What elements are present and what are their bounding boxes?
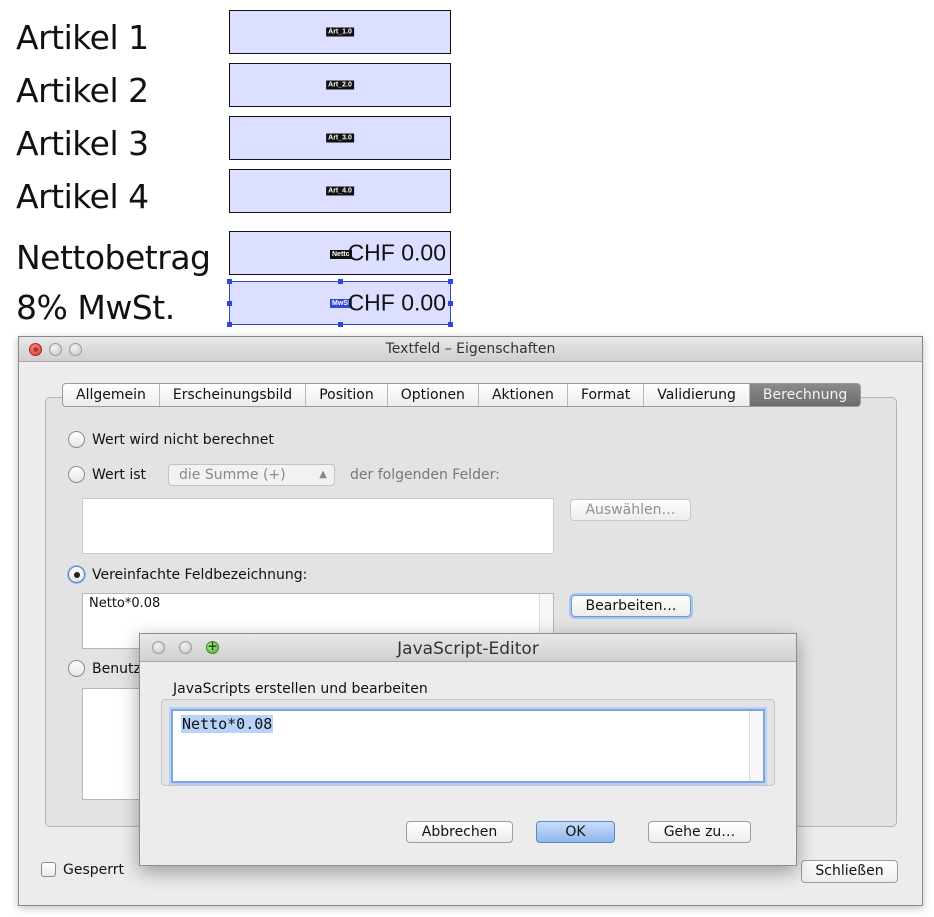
tab-allgemein[interactable]: Allgemein xyxy=(63,384,160,406)
selection-handle[interactable] xyxy=(338,279,343,284)
field-artikel-2[interactable]: Art_2.0 xyxy=(229,63,451,107)
cancel-button[interactable]: Abbrechen xyxy=(406,821,513,843)
label-nettobetrag: Nettobetrag xyxy=(16,238,211,277)
radio-custom-script[interactable] xyxy=(68,660,85,677)
label-artikel-3: Artikel 3 xyxy=(16,124,149,163)
label-custom-script: Benutz xyxy=(92,661,141,677)
close-button[interactable]: Schließen xyxy=(801,860,898,883)
selection-handle[interactable] xyxy=(448,301,453,306)
window-titlebar[interactable]: Textfeld – Eigenschaften xyxy=(19,337,922,362)
selection-handle[interactable] xyxy=(227,322,232,327)
fields-list[interactable] xyxy=(82,498,554,554)
field-mwst[interactable]: MwSt CHF 0.00 xyxy=(227,279,453,327)
code-text: Netto*0.08 xyxy=(181,715,274,733)
tab-berechnung[interactable]: Berechnung xyxy=(749,384,861,406)
goto-button[interactable]: Gehe zu… xyxy=(648,821,751,843)
selection-handle[interactable] xyxy=(227,279,232,284)
field-artikel-4[interactable]: Art_4.0 xyxy=(229,169,451,213)
selection-handle[interactable] xyxy=(448,279,453,284)
tab-position[interactable]: Position xyxy=(306,384,388,406)
label-following-fields: der folgenden Felder: xyxy=(350,467,500,483)
sum-type-popup[interactable]: die Summe (+) ▲ xyxy=(168,464,335,486)
label-artikel-1: Artikel 1 xyxy=(16,18,149,57)
locked-checkbox[interactable] xyxy=(41,862,56,877)
label-not-calculated: Wert wird nicht berechnet xyxy=(92,432,274,448)
popup-value: die Summe (+) xyxy=(179,467,286,483)
field-artikel-1[interactable]: Art_1.0 xyxy=(229,10,451,54)
tab-erscheinungsbild[interactable]: Erscheinungsbild xyxy=(160,384,307,406)
tab-optionen[interactable]: Optionen xyxy=(388,384,479,406)
field-artikel-3[interactable]: Art_3.0 xyxy=(229,116,451,160)
tab-format[interactable]: Format xyxy=(568,384,645,406)
tab-aktionen[interactable]: Aktionen xyxy=(479,384,568,406)
scrollbar[interactable] xyxy=(749,711,763,781)
javascript-editor-dialog: + JavaScript-Editor JavaScripts erstelle… xyxy=(139,633,797,866)
selection-handle[interactable] xyxy=(448,322,453,327)
selection-handle[interactable] xyxy=(338,322,343,327)
simplified-value: Netto*0.08 xyxy=(89,596,161,611)
radio-simplified[interactable] xyxy=(68,566,85,583)
field-value: CHF 0.00 xyxy=(347,289,446,316)
popup-arrows-icon: ▲ xyxy=(319,469,327,480)
label-simplified: Vereinfachte Feldbezeichnung: xyxy=(92,567,308,583)
label-value-is: Wert ist xyxy=(92,467,147,483)
select-fields-button[interactable]: Auswählen… xyxy=(570,499,691,521)
dialog-titlebar[interactable]: + JavaScript-Editor xyxy=(140,634,796,662)
field-tag: Art_3.0 xyxy=(326,133,354,143)
radio-not-calculated[interactable] xyxy=(68,431,85,448)
ok-button[interactable]: OK xyxy=(536,821,615,843)
dialog-title: JavaScript-Editor xyxy=(397,639,539,659)
field-tag: Art_1.0 xyxy=(326,27,354,37)
javascript-code-editor[interactable]: Netto*0.08 xyxy=(171,709,765,783)
edit-button[interactable]: Bearbeiten… xyxy=(571,595,691,617)
tab-bar: Allgemein Erscheinungsbild Position Opti… xyxy=(62,383,862,407)
field-netto[interactable]: Netto CHF 0.00 xyxy=(229,231,451,275)
editor-group-label: JavaScripts erstellen und bearbeiten xyxy=(173,681,428,697)
field-tag: Art_2.0 xyxy=(326,80,354,90)
label-mwst: 8% MwSt. xyxy=(16,288,175,327)
label-artikel-2: Artikel 2 xyxy=(16,71,149,110)
field-tag: Art_4.0 xyxy=(326,186,354,196)
field-value: CHF 0.00 xyxy=(347,239,446,266)
label-locked: Gesperrt xyxy=(63,862,125,878)
radio-value-is[interactable] xyxy=(68,466,85,483)
window-title: Textfeld – Eigenschaften xyxy=(385,341,556,357)
label-artikel-4: Artikel 4 xyxy=(16,177,149,216)
tab-validierung[interactable]: Validierung xyxy=(644,384,750,406)
selection-handle[interactable] xyxy=(227,301,232,306)
